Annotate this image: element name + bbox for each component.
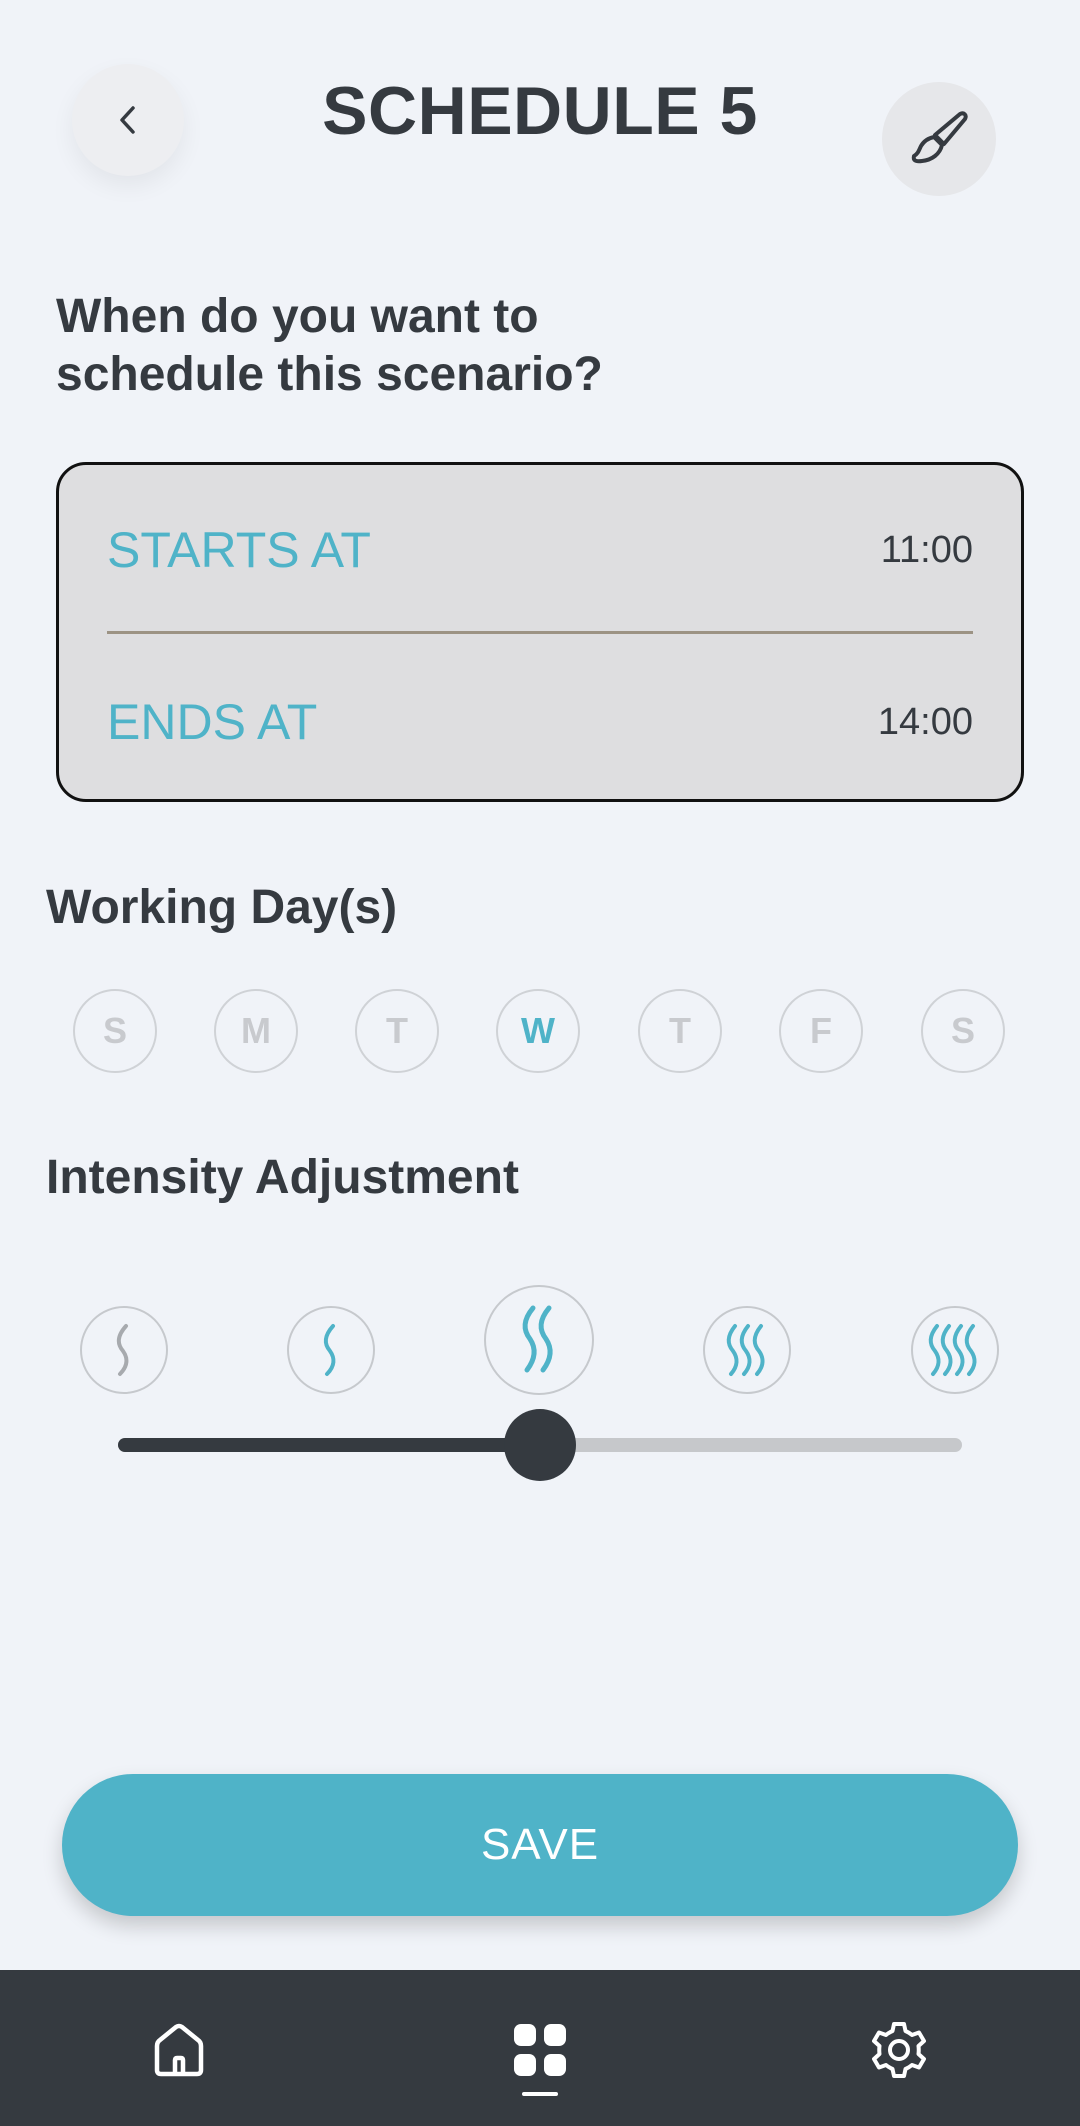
- steam-level-2-icon: [323, 1324, 336, 1376]
- steam-level-3-icon: [522, 1305, 553, 1373]
- starts-at-value: 11:00: [880, 528, 973, 571]
- intensity-level-1[interactable]: [80, 1306, 168, 1394]
- day-friday[interactable]: F: [779, 989, 863, 1073]
- question-line-1: When do you want to: [56, 290, 539, 343]
- intensity-slider-thumb[interactable]: [504, 1409, 576, 1481]
- intensity-level-4[interactable]: [703, 1306, 791, 1394]
- starts-at-label: STARTS AT: [107, 522, 371, 578]
- intensity-title: Intensity Adjustment: [46, 1151, 519, 1204]
- steam-level-4-icon: [726, 1324, 765, 1376]
- time-divider: [107, 631, 973, 634]
- save-button[interactable]: SAVE: [62, 1774, 1018, 1916]
- active-nav-indicator: [522, 2092, 558, 2096]
- paintbrush-icon: [911, 111, 968, 164]
- steam-level-1-icon: [116, 1324, 129, 1376]
- working-days-title: Working Day(s): [46, 881, 398, 934]
- day-wednesday[interactable]: W: [496, 989, 580, 1073]
- intensity-level-5[interactable]: [911, 1306, 999, 1394]
- question-line-2: schedule this scenario?: [56, 348, 603, 401]
- settings-gear-icon: [872, 2022, 926, 2078]
- nav-settings[interactable]: [859, 2010, 939, 2090]
- steam-level-5-icon: [928, 1324, 977, 1376]
- nav-dashboard[interactable]: [500, 2010, 580, 2090]
- bottom-navigation: [0, 1970, 1080, 2126]
- edit-appearance-button[interactable]: [882, 82, 996, 196]
- intensity-slider-fill: [118, 1438, 540, 1452]
- day-sunday[interactable]: S: [73, 989, 157, 1073]
- day-saturday[interactable]: S: [921, 989, 1005, 1073]
- schedule-time-card: STARTS AT 11:00 ENDS AT 14:00: [56, 462, 1024, 802]
- nav-home[interactable]: [139, 2010, 219, 2090]
- day-monday[interactable]: M: [214, 989, 298, 1073]
- intensity-level-3[interactable]: [484, 1285, 594, 1395]
- schedule-question: When do you want to schedule this scenar…: [56, 288, 756, 404]
- ends-at-label: ENDS AT: [107, 694, 318, 750]
- dashboard-grid-icon: [514, 2024, 566, 2076]
- ends-at-value: 14:00: [877, 700, 973, 743]
- intensity-level-2[interactable]: [287, 1306, 375, 1394]
- ends-at-row[interactable]: ENDS AT 14:00: [107, 667, 973, 777]
- home-icon: [154, 2023, 204, 2077]
- day-tuesday[interactable]: T: [355, 989, 439, 1073]
- starts-at-row[interactable]: STARTS AT 11:00: [107, 495, 973, 605]
- day-thursday[interactable]: T: [638, 989, 722, 1073]
